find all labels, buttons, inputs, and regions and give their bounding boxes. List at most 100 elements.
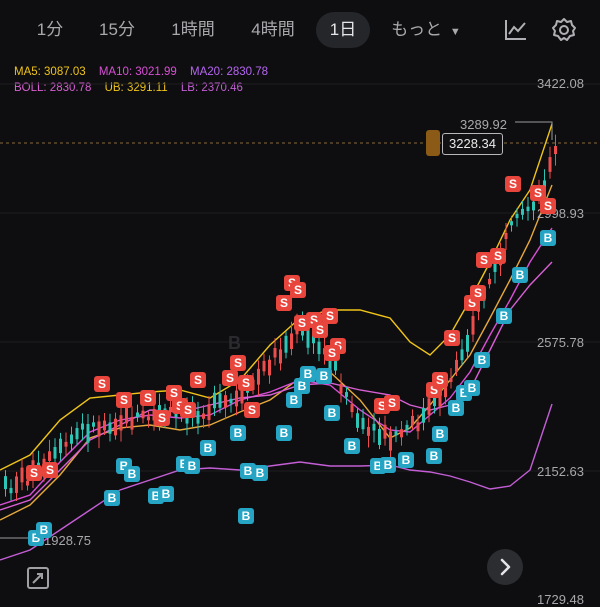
buy-signal-badge[interactable]: B [230, 425, 246, 441]
boll-legend: BOLL: 2830.78 UB: 3291.11 LB: 2370.46 [14, 82, 253, 94]
buy-signal-badge[interactable]: B [540, 230, 556, 246]
sell-signal-badge[interactable]: S [230, 355, 246, 371]
candle-body [416, 422, 420, 432]
candle-body [48, 451, 51, 461]
candle-body [466, 334, 469, 352]
sell-signal-badge[interactable]: S [26, 465, 42, 481]
buy-signal-badge[interactable]: B [124, 466, 140, 482]
candle-body [449, 377, 453, 382]
ma5-line [0, 184, 553, 521]
candle-body [130, 417, 134, 430]
candle-body [515, 213, 519, 219]
buy-signal-badge[interactable]: B [464, 380, 480, 396]
candle-body [405, 424, 409, 431]
ma10-line [0, 227, 553, 506]
sell-signal-badge[interactable]: S [244, 402, 260, 418]
buy-signal-badge[interactable]: B [426, 448, 442, 464]
buy-signal-badge[interactable]: B [36, 522, 52, 538]
sell-signal-badge[interactable]: S [505, 176, 521, 192]
buy-signal-badge[interactable]: B [316, 368, 332, 384]
candle-body [64, 441, 68, 447]
candle-body [147, 416, 150, 421]
sell-signal-badge[interactable]: S [94, 376, 110, 392]
sell-signal-badge[interactable]: S [154, 410, 170, 426]
candle-body [273, 347, 277, 358]
ma20-value: MA20: 2830.78 [190, 66, 269, 78]
buy-signal-badge[interactable]: B [200, 440, 216, 456]
tab-4hour[interactable]: 4時間 [243, 12, 303, 48]
sell-signal-badge[interactable]: S [490, 248, 506, 264]
sell-signal-badge[interactable]: S [180, 402, 196, 418]
candle-body [339, 384, 343, 394]
tab-more-label: もっと [391, 20, 443, 39]
buy-signal-badge[interactable]: B [158, 486, 174, 502]
sell-signal-badge[interactable]: S [324, 345, 340, 361]
buy-signal-badge[interactable]: B [238, 508, 254, 524]
sell-signal-badge[interactable]: S [312, 322, 328, 338]
buy-signal-badge[interactable]: B [432, 426, 448, 442]
sell-signal-badge[interactable]: S [140, 390, 156, 406]
buy-signal-badge[interactable]: B [300, 366, 316, 382]
sell-signal-badge[interactable]: S [470, 285, 486, 301]
sell-signal-badge[interactable]: S [190, 372, 206, 388]
buy-signal-badge[interactable]: B [474, 352, 490, 368]
price-axis-label: 2152.63 [537, 464, 584, 479]
tab-1hour[interactable]: 1時間 [163, 12, 223, 48]
candle-body [290, 333, 293, 350]
buy-signal-badge[interactable]: B [398, 452, 414, 468]
tab-more[interactable]: もっと ▼ [386, 12, 466, 48]
candle-body [262, 360, 266, 372]
candle-body [224, 395, 227, 408]
sell-signal-badge[interactable]: S [384, 395, 400, 411]
candle-body [345, 392, 348, 397]
tab-15min[interactable]: 15分 [91, 12, 143, 48]
buy-signal-badge[interactable]: B [380, 457, 396, 473]
candle-body [207, 404, 211, 421]
buy-signal-badge[interactable]: B [324, 405, 340, 421]
buy-signal-badge[interactable]: B [496, 308, 512, 324]
buy-signal-badge[interactable]: B [512, 267, 528, 283]
ma-legend: MA5: 3087.03 MA10: 3021.99 MA20: 2830.78 [14, 66, 278, 78]
sell-signal-badge[interactable]: S [116, 392, 132, 408]
candle-body [53, 447, 57, 459]
boll-value: BOLL: 2830.78 [14, 82, 92, 94]
sell-signal-badge[interactable]: S [42, 462, 58, 478]
buy-signal-badge[interactable]: B [104, 490, 120, 506]
buy-signal-badge[interactable]: B [344, 438, 360, 454]
sell-signal-badge[interactable]: S [222, 370, 238, 386]
sell-signal-badge[interactable]: S [276, 295, 292, 311]
buy-signal-badge[interactable]: B [276, 425, 292, 441]
ub-value: UB: 3291.11 [104, 82, 168, 94]
lb-value: LB: 2370.46 [180, 82, 243, 94]
candle-body [103, 420, 106, 431]
candle-body [257, 368, 260, 385]
candle-body [510, 221, 513, 226]
candle-body [383, 424, 387, 439]
buy-signal-badge[interactable]: B [184, 458, 200, 474]
scroll-next-button[interactable] [487, 549, 523, 585]
candle-body [356, 413, 359, 428]
candle-body [114, 418, 117, 436]
gear-icon[interactable] [550, 16, 578, 44]
buy-signal-badge[interactable]: B [252, 465, 268, 481]
tab-1min[interactable]: 1分 [28, 12, 72, 48]
buy-signal-badge[interactable]: B [448, 400, 464, 416]
candle-body [526, 206, 530, 212]
sell-signal-badge[interactable]: S [432, 372, 448, 388]
expand-icon[interactable] [26, 566, 50, 590]
sell-signal-badge[interactable]: S [540, 198, 556, 214]
sell-signal-badge[interactable]: S [290, 282, 306, 298]
tab-1day[interactable]: 1日 [316, 12, 370, 48]
buy-signal-badge[interactable]: B [286, 392, 302, 408]
price-axis-label: 3422.08 [537, 76, 584, 91]
candle-body [422, 407, 425, 423]
candle-body [125, 406, 128, 424]
sell-signal-badge[interactable]: S [238, 375, 254, 391]
current-price-tag[interactable]: 3228.34 [442, 133, 503, 155]
candle-body [471, 316, 475, 335]
candle-body [86, 424, 90, 443]
sell-signal-badge[interactable]: S [322, 308, 338, 324]
candle-body [81, 423, 84, 430]
sell-signal-badge[interactable]: S [444, 330, 460, 346]
line-chart-icon[interactable] [502, 16, 530, 44]
